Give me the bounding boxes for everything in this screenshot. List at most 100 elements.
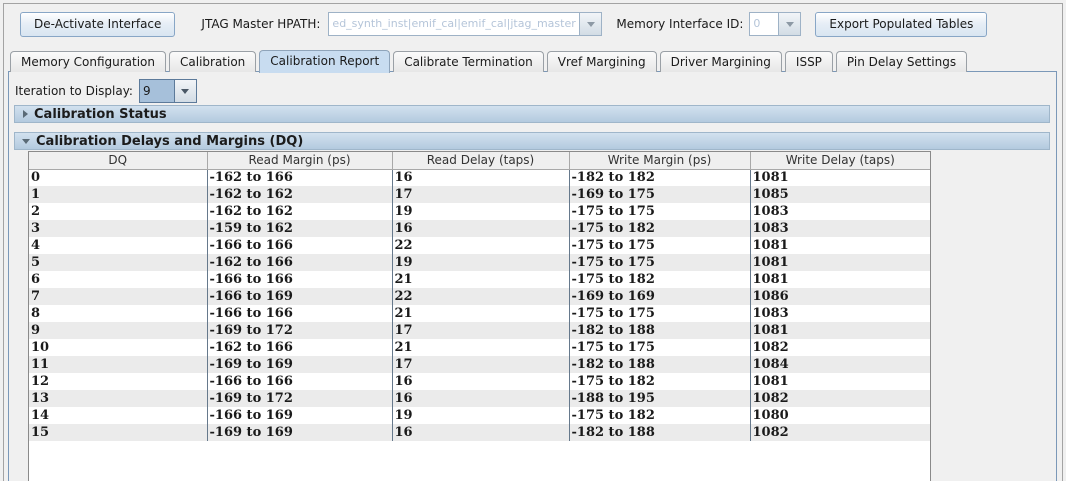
table-cell: 1082 [749,424,930,441]
memory-interface-id-value: 0 [753,17,761,30]
tab-vref-margining[interactable]: Vref Margining [546,51,657,72]
table-cell: 21 [391,339,569,356]
column-header[interactable]: DQ [29,152,208,170]
table-cell: 19 [391,203,569,220]
table-row[interactable]: 3 -159 to 162 16 -175 to 182 1083 [29,220,930,237]
table-cell: 22 [391,237,569,254]
section-title: Calibration Status [34,106,167,122]
table-cell: -188 to 195 [568,390,750,407]
table-cell: 0 [31,169,41,185]
tab-issp[interactable]: ISSP [784,51,833,72]
collapsed-arrow-icon [23,110,28,118]
table-row[interactable]: 4 -166 to 166 22 -175 to 175 1081 [29,237,930,254]
table-cell: -169 to 175 [568,186,750,203]
table-cell: 13 [31,390,50,406]
column-header[interactable]: Write Delay (taps) [749,152,930,170]
table-cell: 6 [31,271,41,287]
jtag-hpath-value: ed_synth_inst|emif_cal|emif_cal|jtag_mas… [332,17,576,30]
table-cell: 1081 [749,373,930,390]
table-cell: 1086 [749,288,930,305]
table-cell: 21 [391,271,569,288]
table-row[interactable]: 6 -166 to 166 21 -175 to 182 1081 [29,271,930,288]
tab-bar: Memory Configuration Calibration Calibrati… [10,49,968,73]
table-cell: -162 to 162 [206,203,392,220]
table-cell: -175 to 175 [568,254,750,271]
table-row[interactable]: 10 -162 to 166 21 -175 to 175 1082 [29,339,930,356]
table-cell: 16 [391,220,569,237]
memory-interface-id-label: Memory Interface ID: [616,17,744,31]
table-row[interactable]: 14 -166 to 169 19 -175 to 182 1080 [29,407,930,424]
table-cell: 1081 [749,169,930,186]
table-row[interactable]: 1 -162 to 162 17 -169 to 175 1085 [29,186,930,203]
calibration-status-section-header[interactable]: Calibration Status [14,105,1050,123]
deactivate-interface-button[interactable]: De-Activate Interface [20,11,176,37]
table-row[interactable]: 8 -166 to 166 21 -175 to 175 1083 [29,305,930,322]
table-row[interactable]: 2 -162 to 162 19 -175 to 175 1083 [29,203,930,220]
export-populated-tables-button[interactable]: Export Populated Tables [815,11,988,37]
table-cell: -166 to 166 [206,271,392,288]
table-cell: -175 to 175 [568,339,750,356]
table-row[interactable]: 13 -169 to 172 16 -188 to 195 1082 [29,390,930,407]
iteration-to-display-label: Iteration to Display: [15,84,133,98]
tab-calibration[interactable]: Calibration [169,51,257,72]
table-cell: -175 to 182 [568,407,750,424]
tab-pin-delay-settings[interactable]: Pin Delay Settings [835,51,968,72]
dq-margins-table: DQ Read Margin (ps) Read Delay (taps) Write… [29,152,930,441]
tab-memory-configuration[interactable]: Memory Configuration [10,51,166,72]
table-row[interactable]: 15 -169 to 169 16 -182 to 188 1082 [29,424,930,441]
table-row[interactable]: 9 -169 to 172 17 -182 to 188 1081 [29,322,930,339]
table-cell: 1082 [749,390,930,407]
table-row[interactable]: 11 -169 to 169 17 -182 to 188 1084 [29,356,930,373]
iteration-row: Iteration to Display: 9 [15,79,197,103]
table-row[interactable]: 7 -166 to 169 22 -169 to 169 1086 [29,288,930,305]
table-cell: 1082 [749,339,930,356]
table-cell: -175 to 182 [568,220,750,237]
toolbar: De-Activate Interface JTAG Master HPATH:… [20,10,988,38]
tab-calibration-report[interactable]: Calibration Report [259,50,391,73]
table-row[interactable]: 0 -162 to 166 16 -182 to 182 1081 [29,169,930,186]
table-row[interactable]: 12 -166 to 166 16 -175 to 182 1081 [29,373,930,390]
calibration-delays-panel: DQ Read Margin (ps) Read Delay (taps) Write… [28,151,931,481]
calibration-delays-section-header[interactable]: Calibration Delays and Margins (DQ) [14,132,1050,150]
table-cell: 16 [391,169,569,186]
table-cell: 3 [31,220,41,236]
table-cell: -166 to 166 [206,237,392,254]
table-cell: -169 to 172 [206,390,392,407]
table-cell: 16 [391,424,569,441]
table-cell: 21 [391,305,569,322]
table-cell: 11 [31,356,50,372]
table-cell: 1080 [749,407,930,424]
table-cell: 1 [31,186,41,202]
table-cell: 15 [31,424,50,440]
table-cell: -169 to 172 [206,322,392,339]
tab-calibrate-termination[interactable]: Calibrate Termination [393,51,544,72]
column-header[interactable]: Write Margin (ps) [568,152,751,170]
table-cell: 16 [391,373,569,390]
table-cell: 19 [391,254,569,271]
table-cell: -162 to 162 [206,186,392,203]
column-header[interactable]: Read Margin (ps) [206,152,393,170]
tab-driver-margining[interactable]: Driver Margining [659,51,782,72]
table-cell: 14 [31,407,50,423]
table-cell: 4 [31,237,41,253]
table-cell: -175 to 175 [568,237,750,254]
table-cell: 1081 [749,237,930,254]
table-row[interactable]: 5 -162 to 166 19 -175 to 175 1081 [29,254,930,271]
table-cell: 19 [391,407,569,424]
table-cell: -175 to 175 [568,203,750,220]
tab-content-panel: Iteration to Display: 9 Calibration Stat… [8,71,1057,481]
table-cell: -159 to 162 [206,220,392,237]
memory-interface-id-select: 0 [749,12,802,36]
table-cell: 1084 [749,356,930,373]
table-cell: -182 to 188 [568,356,750,373]
table-cell: 17 [391,356,569,373]
column-header[interactable]: Read Delay (taps) [391,152,570,170]
table-cell: -175 to 175 [568,305,750,322]
iteration-select[interactable]: 9 [138,79,197,103]
table-cell: 2 [31,203,41,219]
table-cell: -182 to 188 [568,424,750,441]
table-cell: -182 to 188 [568,322,750,339]
section-title: Calibration Delays and Margins (DQ) [36,133,304,149]
table-cell: -182 to 182 [568,169,750,186]
chevron-down-icon[interactable] [173,80,196,102]
